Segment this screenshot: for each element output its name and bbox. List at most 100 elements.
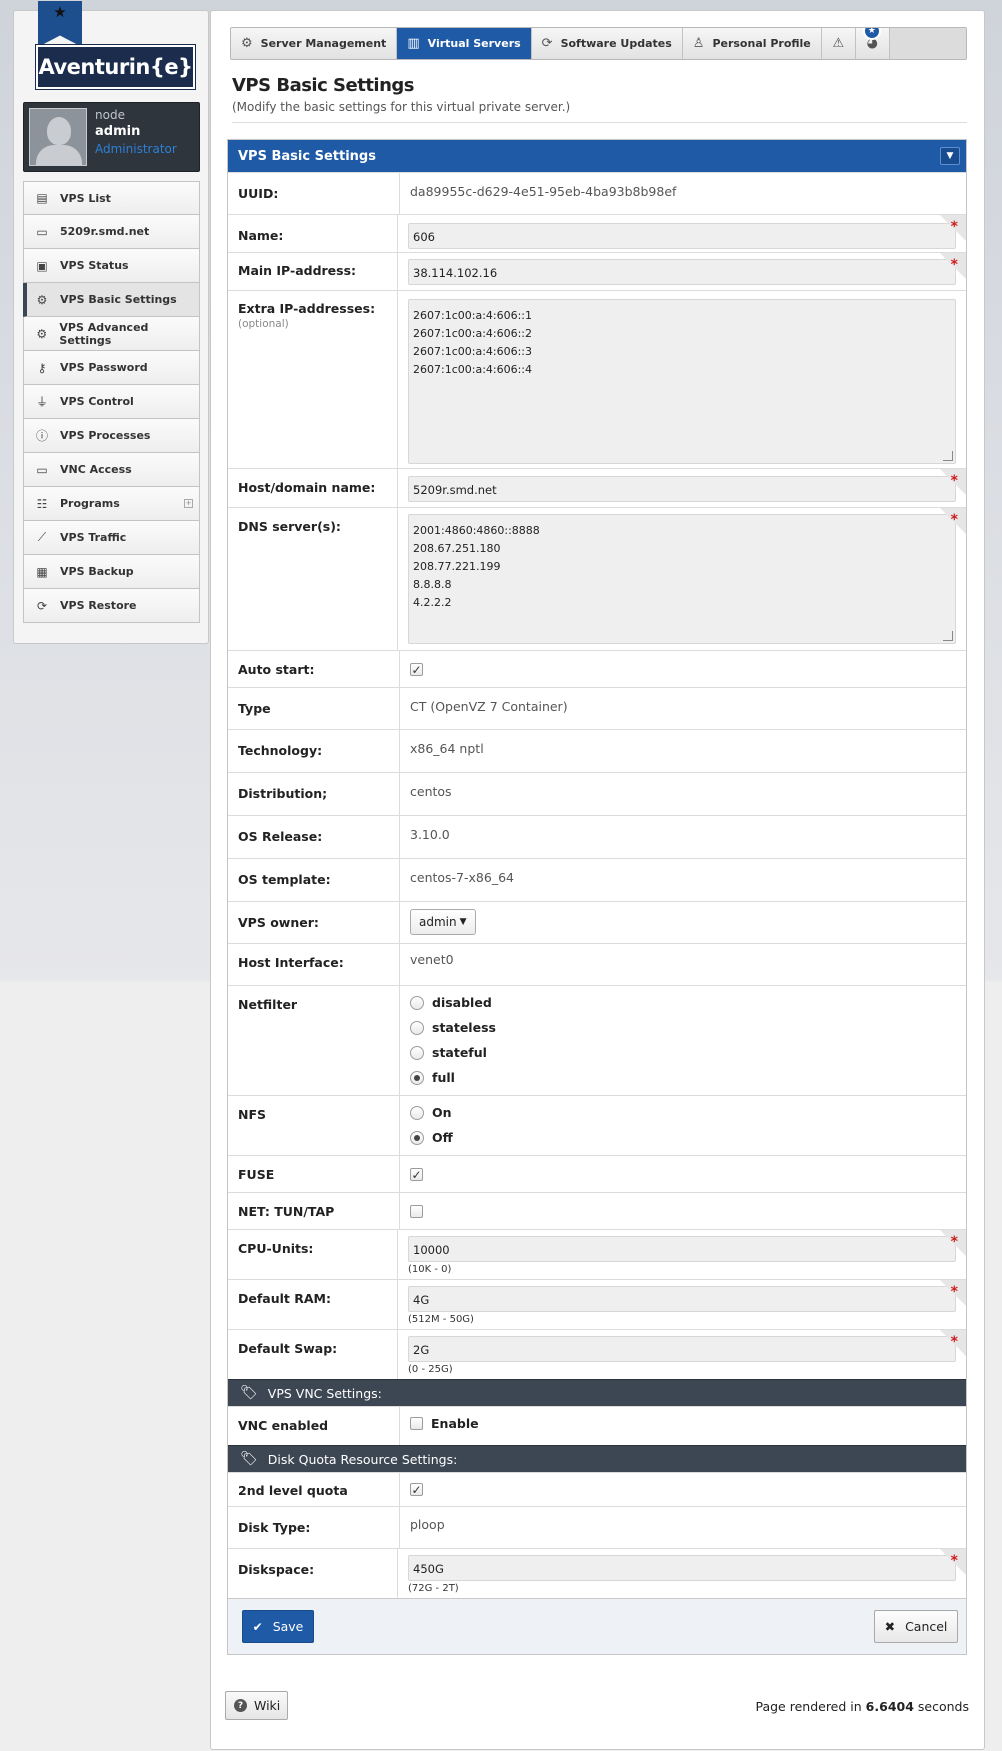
- required-icon: *: [950, 1553, 958, 1569]
- vps-basic-settings-form: VPS Basic Settings ▼ UUID: da89955c-d629…: [227, 139, 967, 1655]
- extra-ip-textarea[interactable]: 2607:1c00:a:4:606::1 2607:1c00:a:4:606::…: [408, 299, 956, 464]
- radio-button[interactable]: [410, 1130, 424, 1145]
- logo-ribbon: ★: [38, 1, 82, 47]
- resize-handle[interactable]: [943, 631, 953, 641]
- sidebar-item-label: VPS Restore: [60, 599, 137, 612]
- tags-icon: 🏷: [240, 1451, 258, 1467]
- fuse-checkbox[interactable]: ✓: [410, 1168, 423, 1182]
- tab-server-management[interactable]: ⚙ Server Management: [231, 28, 398, 59]
- vnc-enabled-wrap: Enable: [400, 1407, 966, 1445]
- tab-warnings[interactable]: ⚠: [821, 28, 856, 59]
- ram-hint: (512M - 50G): [408, 1314, 474, 1325]
- option-label: full: [432, 1070, 455, 1085]
- name-field-wrap: 606 *: [398, 215, 966, 252]
- sidebar-item-host[interactable]: ▭ 5209r.smd.net: [23, 215, 200, 249]
- row-cpu-units: CPU-Units: 10000 (10K - 0) *: [228, 1229, 966, 1279]
- refresh-icon: ⟳: [541, 36, 553, 51]
- ram-input[interactable]: 4G: [408, 1286, 956, 1312]
- distribution-label: Distribution;: [228, 773, 400, 815]
- tab-notifications[interactable]: ★ ◕: [855, 28, 890, 59]
- star-icon: ★: [53, 3, 67, 21]
- logo[interactable]: Aventurin{e}: [35, 44, 196, 90]
- row-ram: Default RAM: 4G (512M - 50G) *: [228, 1279, 966, 1329]
- netfilter-option-stateless[interactable]: stateless: [410, 1015, 956, 1040]
- vnc-enable-option[interactable]: Enable: [410, 1415, 956, 1431]
- sidebar-item-vnc-access[interactable]: ▭ VNC Access: [23, 453, 200, 487]
- nfs-option-on[interactable]: On: [410, 1100, 956, 1125]
- tuntap-checkbox[interactable]: [410, 1205, 423, 1218]
- row-uuid: UUID: da89955c-d629-4e51-95eb-4ba93b8b98…: [228, 172, 966, 214]
- section-title: VPS VNC Settings:: [267, 1385, 382, 1401]
- sidebar-item-vps-basic-settings[interactable]: ⚙ VPS Basic Settings: [23, 283, 200, 317]
- dns-line: 4.2.2.2: [413, 596, 452, 609]
- tab-label: Server Management: [260, 37, 387, 50]
- os-template-label: OS template:: [228, 859, 400, 901]
- autostart-checkbox[interactable]: ✓: [410, 663, 423, 677]
- sidebar-item-label: VPS Processes: [60, 429, 151, 442]
- sidebar-item-vps-processes[interactable]: ⓘ VPS Processes: [23, 419, 200, 453]
- cpu-units-wrap: 10000 (10K - 0) *: [398, 1230, 966, 1279]
- vnc-section-header: 🏷 VPS VNC Settings:: [228, 1379, 966, 1406]
- row-netfilter: Netfilter disabled stateless stateful fu…: [228, 985, 966, 1095]
- netfilter-label: Netfilter: [228, 986, 400, 1095]
- radio-button[interactable]: [410, 1020, 424, 1035]
- resize-handle[interactable]: [943, 451, 953, 461]
- netfilter-options: disabled stateless stateful full: [400, 986, 966, 1095]
- sidebar-item-vps-list[interactable]: ▤ VPS List: [23, 181, 200, 215]
- sidebar-item-programs[interactable]: ☷ Programs +: [23, 487, 200, 521]
- hostname-label: Host/domain name:: [228, 469, 398, 507]
- second-level-quota-checkbox[interactable]: ✓: [410, 1483, 423, 1497]
- name-input[interactable]: 606: [408, 223, 956, 249]
- sidebar-item-vps-advanced-settings[interactable]: ⚙ VPS Advanced Settings: [23, 317, 200, 351]
- sidebar-item-vps-restore[interactable]: ⟳ VPS Restore: [23, 589, 200, 623]
- sidebar-item-vps-status[interactable]: ▣ VPS Status: [23, 249, 200, 283]
- collapse-chevron-icon[interactable]: ▼: [940, 147, 960, 165]
- disk-type-value: ploop: [410, 1517, 445, 1532]
- sidebar-item-label: Programs: [60, 497, 120, 510]
- owner-select[interactable]: admin ▼: [410, 909, 476, 935]
- save-button[interactable]: ✔ Save: [242, 1610, 314, 1643]
- radio-button[interactable]: [410, 1070, 424, 1085]
- netfilter-option-disabled[interactable]: disabled: [410, 990, 956, 1015]
- ram-label: Default RAM:: [228, 1280, 398, 1329]
- key-icon: ⚷: [37, 360, 47, 375]
- sidebar-item-label: VPS Control: [60, 395, 134, 408]
- radio-button[interactable]: [410, 995, 424, 1010]
- nfs-option-off[interactable]: Off: [410, 1125, 956, 1150]
- cancel-button[interactable]: ✖ Cancel: [874, 1610, 958, 1643]
- radio-button[interactable]: [410, 1105, 424, 1120]
- gear-icon: ⚙: [241, 36, 253, 51]
- render-time-prefix: Page rendered in: [755, 1699, 862, 1714]
- sidebar-nav: ▤ VPS List ▭ 5209r.smd.net ▣ VPS Status ⚙ VP…: [23, 181, 200, 623]
- swap-input[interactable]: 2G: [408, 1336, 956, 1362]
- radio-button[interactable]: [410, 1045, 424, 1060]
- cpu-units-input[interactable]: 10000: [408, 1236, 956, 1262]
- netfilter-option-stateful[interactable]: stateful: [410, 1040, 956, 1065]
- render-time-value: 6.6404: [865, 1699, 914, 1714]
- hostname-input[interactable]: 5209r.smd.net: [408, 476, 956, 502]
- sidebar-item-vps-traffic[interactable]: ⟋ VPS Traffic: [23, 521, 200, 555]
- netfilter-option-full[interactable]: full: [410, 1065, 956, 1090]
- user-role-link[interactable]: Administrator: [95, 142, 177, 156]
- tab-software-updates[interactable]: ⟳ Software Updates: [531, 28, 683, 59]
- ram-wrap: 4G (512M - 50G) *: [398, 1280, 966, 1329]
- disk-quota-section-header: 🏷 Disk Quota Resource Settings:: [228, 1445, 966, 1472]
- sidebar-item-label: VPS Basic Settings: [60, 293, 177, 306]
- diskspace-input[interactable]: 450G: [408, 1555, 956, 1581]
- sidebar-item-vps-backup[interactable]: ▦ VPS Backup: [23, 555, 200, 589]
- row-dns: DNS server(s): 2001:4860:4860::8888 208.…: [228, 507, 966, 650]
- disk-type-label: Disk Type:: [228, 1507, 400, 1548]
- tab-personal-profile[interactable]: ♙ Personal Profile: [682, 28, 822, 59]
- wiki-button[interactable]: ? Wiki: [225, 1691, 288, 1720]
- dns-textarea[interactable]: 2001:4860:4860::8888 208.67.251.180 208.…: [408, 514, 956, 644]
- archive-icon: ▦: [36, 564, 48, 579]
- avatar[interactable]: [29, 108, 87, 166]
- main-ip-input[interactable]: 38.114.102.16: [408, 259, 956, 285]
- expand-icon[interactable]: +: [184, 499, 193, 508]
- tab-virtual-servers[interactable]: ▥ Virtual Servers: [397, 28, 532, 59]
- vnc-enable-checkbox[interactable]: [410, 1416, 423, 1430]
- sidebar-item-vps-password[interactable]: ⚷ VPS Password: [23, 351, 200, 385]
- gear-icon: ⚙: [36, 292, 48, 307]
- sidebar-item-label: VNC Access: [60, 463, 132, 476]
- sidebar-item-vps-control[interactable]: ⏚ VPS Control: [23, 385, 200, 419]
